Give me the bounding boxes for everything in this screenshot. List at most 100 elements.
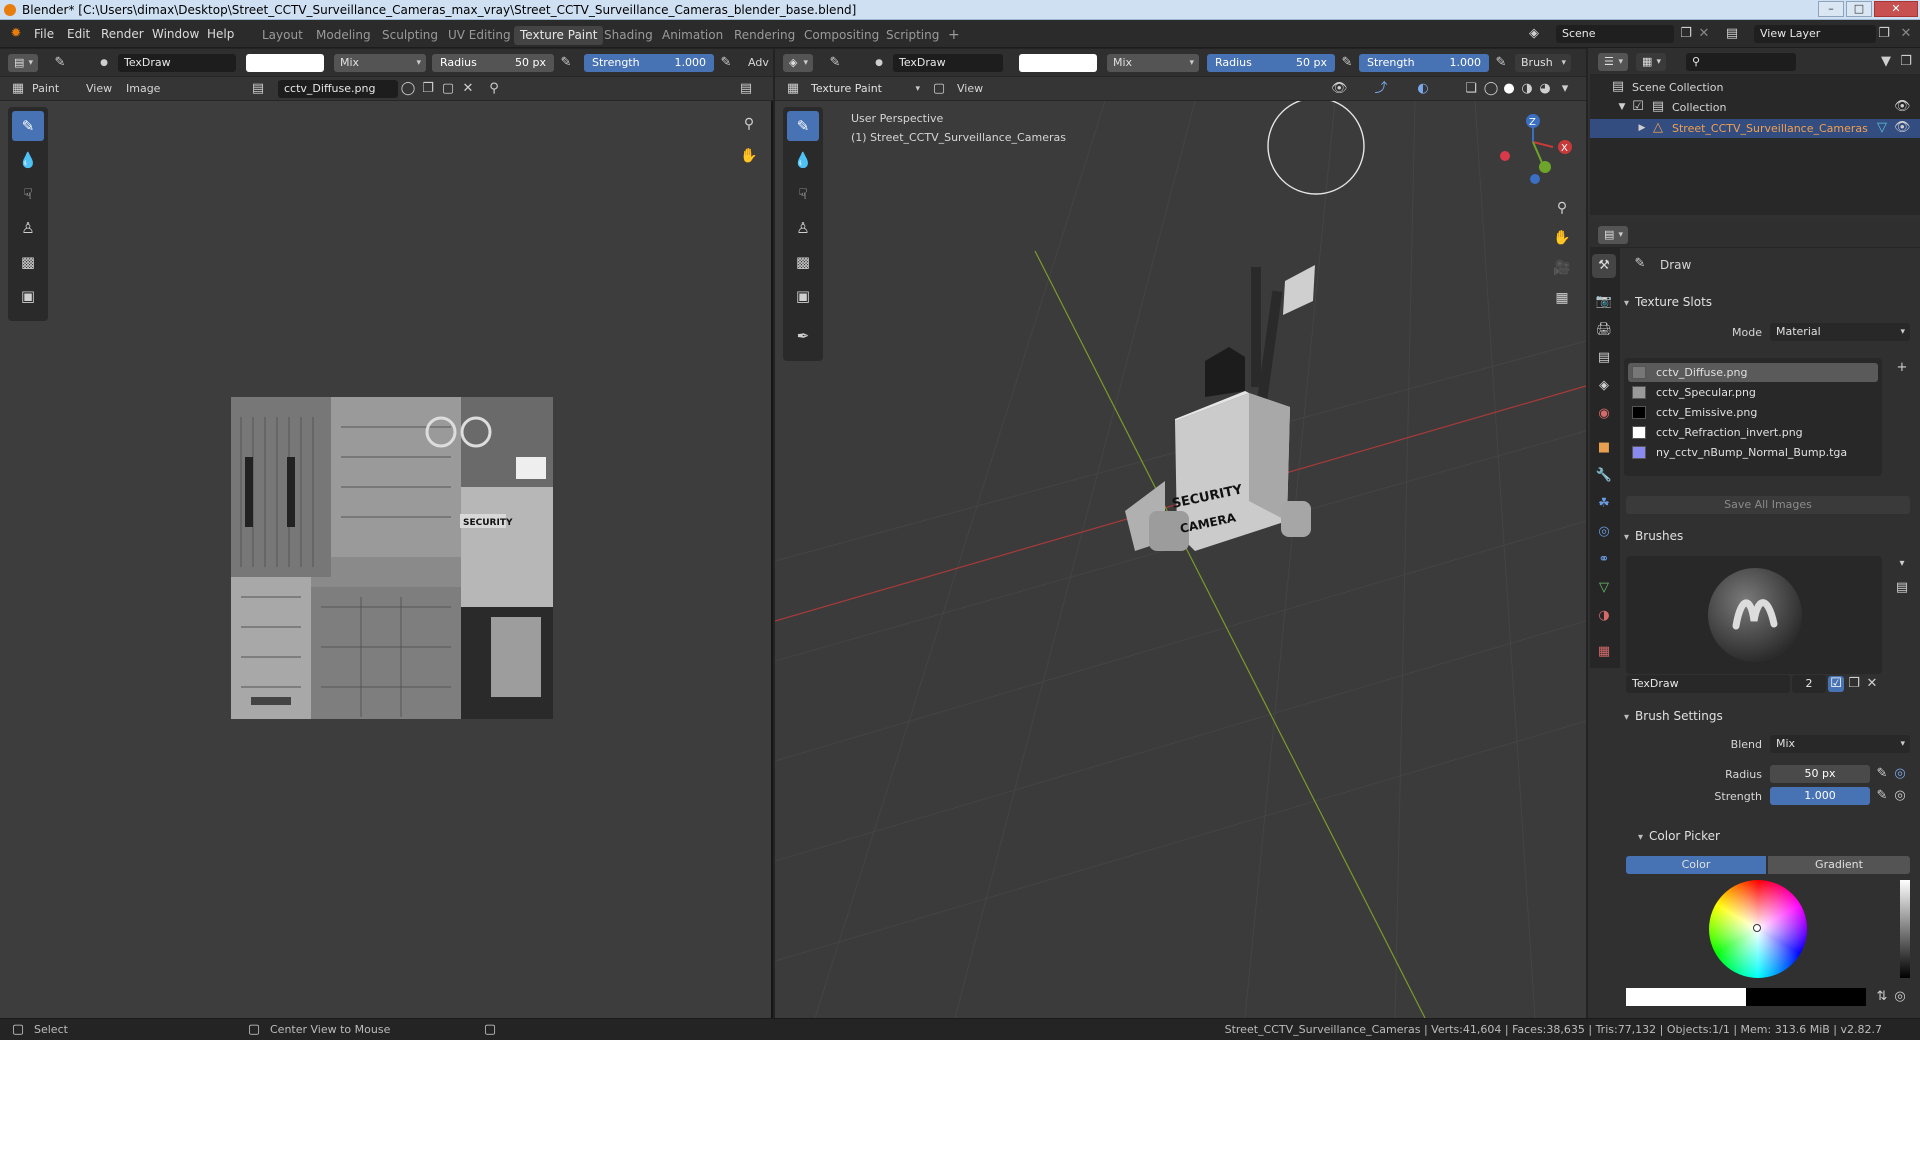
viewport-pan-icon[interactable]: ✋	[1549, 225, 1575, 251]
tab-texture-paint[interactable]: Texture Paint	[514, 26, 604, 45]
soften-tool-icon[interactable]: 💧	[12, 145, 44, 175]
overlay-icon[interactable]: ◐	[1415, 81, 1431, 97]
settings-blend-dropdown[interactable]: Mix	[1770, 735, 1910, 753]
wireframe-shading-icon[interactable]: ◯	[1483, 81, 1499, 97]
viewport-zoom-icon[interactable]: ⚲	[1549, 195, 1575, 221]
scene-name-field[interactable]: Scene	[1556, 25, 1674, 43]
gizmo-icon[interactable]: ⤴	[1373, 81, 1389, 97]
menu-render[interactable]: Render	[101, 27, 144, 41]
texture-mode-dropdown[interactable]: Material	[1770, 323, 1910, 341]
viewport-soften-tool-icon[interactable]: 💧	[787, 145, 819, 175]
annotate-tool-icon[interactable]: ✒	[787, 321, 819, 351]
image-name-field[interactable]: cctv_Diffuse.png	[278, 80, 398, 98]
brush-color-swatch[interactable]	[246, 54, 324, 72]
tab-modeling[interactable]: Modeling	[310, 26, 377, 45]
xray-icon[interactable]: ❏	[1463, 81, 1479, 97]
brush-browse-icon[interactable]: ▤	[1894, 580, 1910, 596]
display-mode-dropdown[interactable]: ▦	[1636, 53, 1666, 71]
scene-collection-label[interactable]: Scene Collection	[1632, 81, 1723, 94]
shading-options-icon[interactable]: ▾	[1557, 81, 1573, 97]
close-icon[interactable]: ✕	[1874, 1, 1918, 17]
blend-mode-dropdown[interactable]: Mix	[334, 54, 426, 72]
collection-visibility-icon[interactable]: 👁	[1894, 99, 1911, 115]
clone-tool-icon[interactable]: ♙	[12, 213, 44, 243]
brush-list-expand-icon[interactable]: ▾	[1894, 556, 1910, 572]
rendered-shading-icon[interactable]: ◕	[1537, 81, 1553, 97]
strength-slider[interactable]: Strength 1.000	[584, 54, 714, 72]
add-workspace-button[interactable]: +	[942, 26, 966, 45]
value-slider[interactable]	[1900, 880, 1910, 978]
fake-user-shield-icon[interactable]: ☑	[1828, 676, 1844, 692]
minimize-icon[interactable]: –	[1818, 1, 1844, 17]
tab-animation[interactable]: Animation	[656, 26, 729, 45]
material-shading-icon[interactable]: ◑	[1519, 81, 1535, 97]
settings-strength-pressure-icon[interactable]: ✎	[1874, 788, 1890, 804]
secondary-color-swatch[interactable]	[1746, 988, 1866, 1006]
render-tab-icon[interactable]: 📷	[1592, 290, 1616, 314]
editor-type-button[interactable]: ▤	[8, 54, 38, 72]
camera-view-icon[interactable]: 🎥	[1549, 255, 1575, 281]
tool-tab-icon[interactable]: ⚒	[1592, 254, 1616, 278]
fake-user-icon[interactable]: ◯	[400, 81, 416, 97]
texture-slots-header[interactable]: Texture Slots	[1624, 292, 1914, 312]
outliner-editor-type[interactable]: ☰	[1598, 53, 1628, 71]
image-editor-canvas[interactable]: ✎ 💧 ☟ ♙ ▩ ▣ ⚲ ✋ SECURITY	[0, 101, 773, 1018]
gradient-tab-button[interactable]: Gradient	[1768, 856, 1910, 874]
settings-radius-slider[interactable]: 50 px	[1770, 765, 1870, 783]
tab-scripting[interactable]: Scripting	[880, 26, 945, 45]
mask-tool-icon[interactable]: ▣	[12, 281, 44, 311]
radius-pressure-icon[interactable]: ✎	[558, 55, 574, 71]
smear-tool-icon[interactable]: ☟	[12, 179, 44, 209]
modifier-tab-icon[interactable]: 🔧	[1592, 464, 1616, 488]
texture-slot-diffuse[interactable]: cctv_Diffuse.png	[1628, 363, 1878, 382]
collection-checkbox-icon[interactable]: ☑	[1630, 99, 1646, 115]
tab-sculpting[interactable]: Sculpting	[376, 26, 444, 45]
object-tab-icon[interactable]: ■	[1592, 436, 1616, 460]
menu-window[interactable]: Window	[152, 27, 199, 41]
collection-label[interactable]: Collection	[1672, 101, 1726, 114]
settings-strength-unit-icon[interactable]: ◎	[1892, 788, 1908, 804]
image-browse-icon[interactable]: ▤	[250, 81, 266, 97]
texture-tab-icon[interactable]: ▦	[1592, 640, 1616, 664]
fill-tool-icon[interactable]: ▩	[12, 247, 44, 277]
viewport-draw-tool-icon[interactable]: ✎	[787, 111, 819, 141]
viewport-strength-slider[interactable]: Strength 1.000	[1359, 54, 1489, 72]
color-unit-icon[interactable]: ◎	[1892, 989, 1908, 1005]
menu-image[interactable]: Image	[126, 82, 160, 95]
radius-slider[interactable]: Radius 50 px	[432, 54, 554, 72]
data-tab-icon[interactable]: ▽	[1592, 576, 1616, 600]
collection-expand-icon[interactable]: ▼	[1614, 99, 1630, 115]
duplicate-brush-icon[interactable]: ❐	[1846, 676, 1862, 692]
brush-preview-box[interactable]	[1626, 556, 1882, 674]
3d-viewport[interactable]: SECURITY CAMERA Z X User Perspective (1)…	[775, 101, 1586, 1018]
constraints-tab-icon[interactable]: ⚭	[1592, 548, 1616, 572]
viewport-strength-pressure-icon[interactable]: ✎	[1493, 55, 1509, 71]
color-wheel-cursor[interactable]	[1753, 924, 1761, 932]
texture-slot-normal[interactable]: ny_cctv_nBump_Normal_Bump.tga	[1628, 443, 1878, 462]
new-collection-icon[interactable]: ❐	[1898, 54, 1914, 70]
color-wheel[interactable]	[1709, 880, 1807, 978]
output-tab-icon[interactable]: 🖨	[1592, 318, 1616, 342]
texture-image[interactable]: SECURITY	[231, 397, 553, 719]
unlink-brush-icon[interactable]: ✕	[1864, 676, 1880, 692]
tab-rendering[interactable]: Rendering	[728, 26, 801, 45]
object-visibility-icon[interactable]: 👁	[1894, 120, 1911, 136]
paint-mask-icon[interactable]: ▢	[931, 81, 947, 97]
swap-colors-icon[interactable]: ⇅	[1874, 989, 1890, 1005]
brush-menu-dropdown[interactable]: Brush	[1515, 54, 1571, 72]
remove-view-layer-icon[interactable]: ✕	[1898, 26, 1914, 42]
texture-slot-specular[interactable]: cctv_Specular.png	[1628, 383, 1878, 402]
tab-compositing[interactable]: Compositing	[798, 26, 885, 45]
viewport-clone-tool-icon[interactable]: ♙	[787, 213, 819, 243]
blender-menu-icon[interactable]: ✹	[8, 26, 24, 42]
zoom-icon[interactable]: ⚲	[736, 111, 762, 137]
draw-tool-icon[interactable]: ✎	[12, 111, 44, 141]
particles-tab-icon[interactable]: ☘	[1592, 492, 1616, 516]
viewport-menu-view[interactable]: View	[957, 82, 983, 95]
ortho-toggle-icon[interactable]: ▦	[1549, 285, 1575, 311]
brush-name-field[interactable]: TexDraw	[118, 54, 236, 72]
view-layer-tab-icon[interactable]: ▤	[1592, 346, 1616, 370]
unlink-image-icon[interactable]: ✕	[460, 81, 476, 97]
world-tab-icon[interactable]: ◉	[1592, 402, 1616, 426]
viewport-radius-slider[interactable]: Radius 50 px	[1207, 54, 1335, 72]
